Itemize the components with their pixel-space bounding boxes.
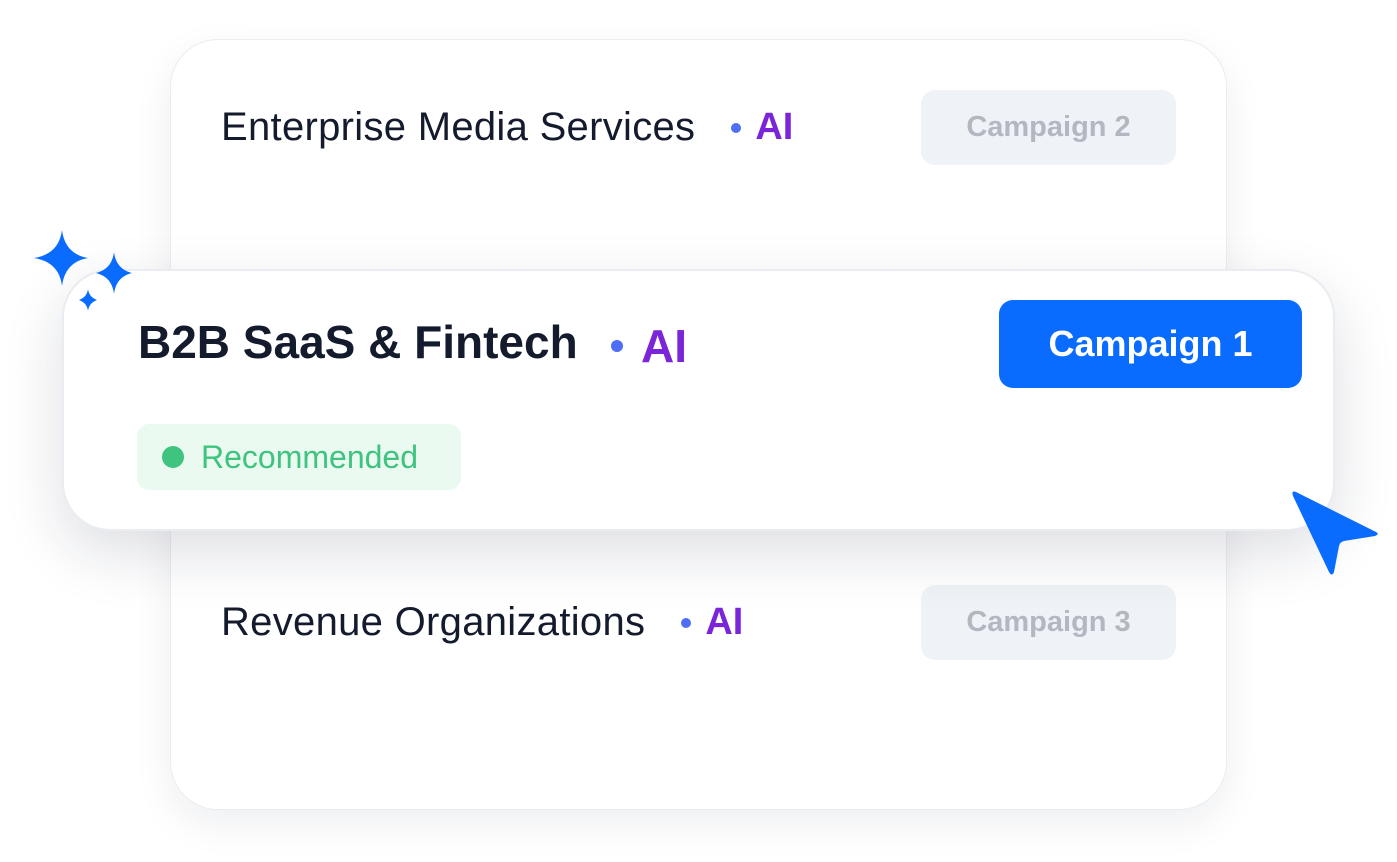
ai-tag: AI	[611, 319, 687, 373]
ai-label: AI	[705, 601, 744, 643]
ai-dot-icon	[611, 340, 623, 352]
ai-label: AI	[641, 320, 687, 372]
ai-dot-icon	[731, 122, 742, 133]
ai-dot-icon	[681, 617, 692, 628]
sparkles-icon	[34, 230, 132, 311]
segment-title: Revenue Organizations	[221, 600, 646, 644]
segment-row-enterprise-media: Enterprise Media Services AI Campaign 2	[221, 90, 1176, 165]
segment-title: Enterprise Media Services	[221, 105, 696, 149]
sparkle-medium-icon	[96, 252, 132, 294]
campaign-3-button[interactable]: Campaign 3	[921, 585, 1176, 660]
cursor-pointer-icon	[1292, 491, 1378, 575]
segment-row-revenue-organizations: Revenue Organizations AI Campaign 3	[221, 585, 1176, 660]
segment-title: B2B SaaS & Fintech	[138, 316, 578, 368]
recommended-badge: Recommended	[137, 424, 461, 490]
selected-segment-card[interactable]: B2B SaaS & Fintech AI Campaign 1 Recomme…	[62, 269, 1335, 531]
campaign-2-button[interactable]: Campaign 2	[921, 90, 1176, 165]
ai-label: AI	[755, 106, 794, 148]
recommended-label: Recommended	[201, 438, 418, 475]
campaign-1-button[interactable]: Campaign 1	[999, 300, 1302, 388]
sparkle-large-icon	[34, 230, 88, 286]
status-dot-icon	[162, 446, 184, 468]
sparkle-small-icon	[79, 289, 97, 311]
